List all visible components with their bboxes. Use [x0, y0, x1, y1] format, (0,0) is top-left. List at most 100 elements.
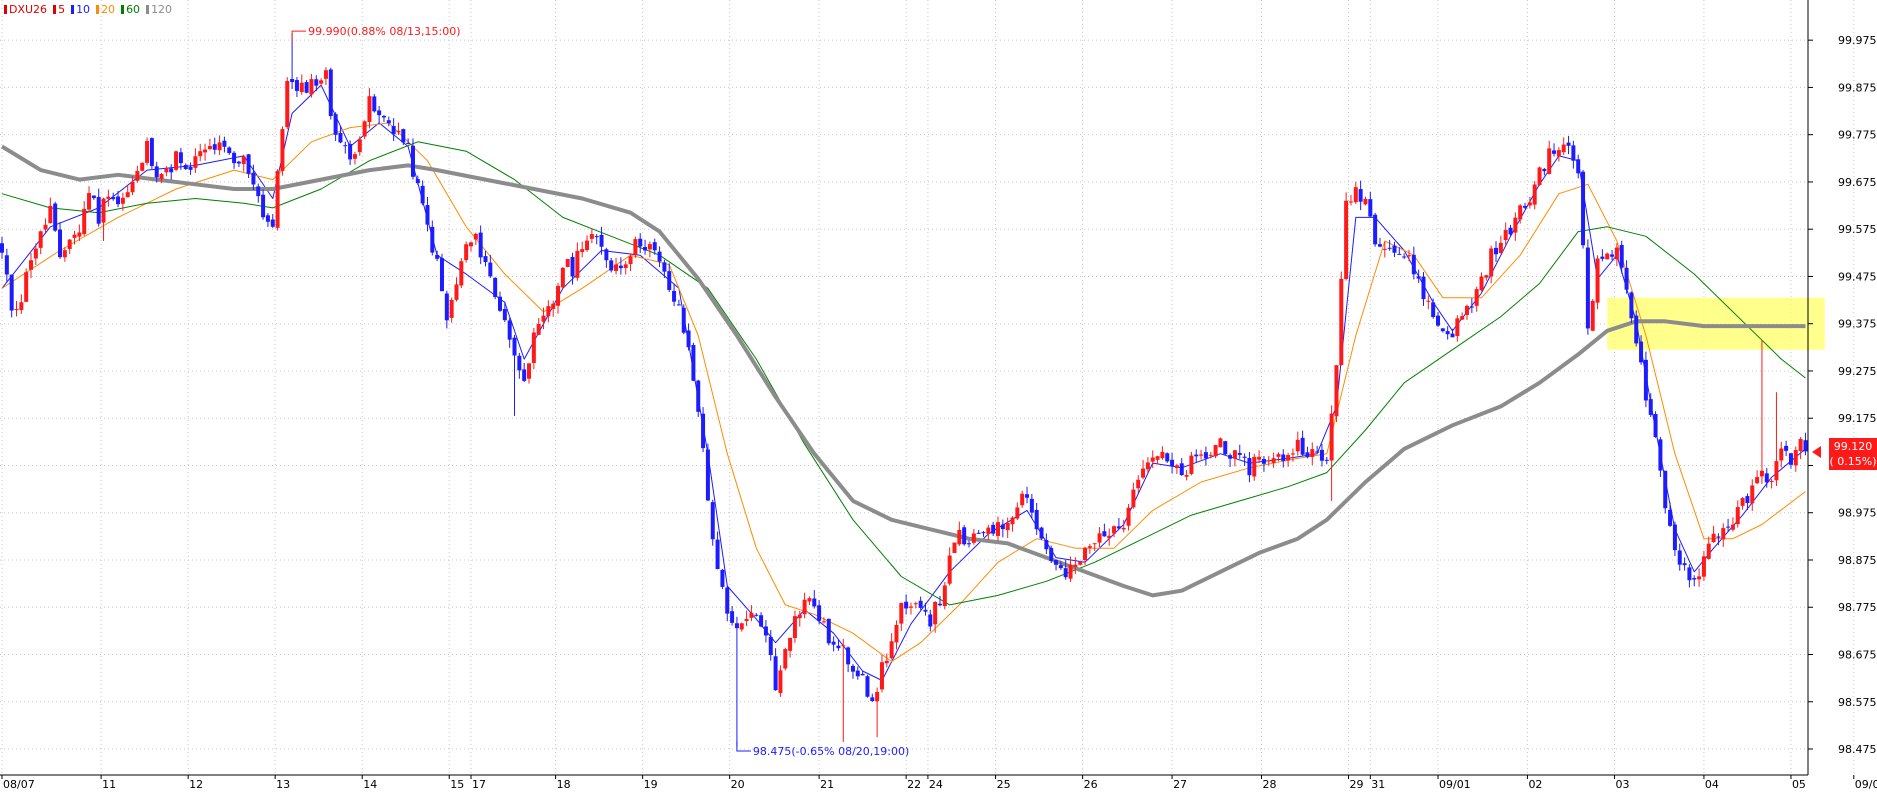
candle-body[interactable]	[797, 614, 802, 619]
candle-body[interactable]	[96, 196, 101, 224]
candle-body[interactable]	[850, 665, 855, 672]
candle-body[interactable]	[1218, 438, 1223, 448]
candle-body[interactable]	[1764, 473, 1769, 483]
candle-body[interactable]	[1518, 205, 1523, 220]
candle-body[interactable]	[715, 539, 720, 570]
candle-body[interactable]	[1624, 267, 1629, 290]
candle-body[interactable]	[1527, 202, 1532, 206]
candle-body[interactable]	[1363, 198, 1368, 205]
candle-body[interactable]	[333, 114, 338, 135]
chart-canvas[interactable]: 99.990(0.88% 08/13,15:00) 98.475(-0.65% 0…	[0, 0, 1877, 793]
candle-body[interactable]	[1484, 275, 1489, 278]
candle-body[interactable]	[1682, 563, 1687, 566]
candle-body[interactable]	[1730, 524, 1735, 530]
candle-body[interactable]	[1416, 276, 1421, 279]
candle-body[interactable]	[1049, 547, 1054, 561]
candle-body[interactable]	[82, 208, 87, 235]
candle-body[interactable]	[580, 249, 585, 253]
candle-body[interactable]	[1687, 567, 1692, 581]
candle-body[interactable]	[1373, 214, 1378, 245]
candle-body[interactable]	[1126, 507, 1131, 526]
candle-body[interactable]	[1145, 462, 1150, 470]
candle-body[interactable]	[1092, 543, 1097, 545]
candle-body[interactable]	[1194, 454, 1199, 457]
candle-body[interactable]	[1155, 456, 1160, 460]
candle-body[interactable]	[120, 197, 125, 204]
candle-body[interactable]	[652, 242, 657, 251]
candle-body[interactable]	[599, 234, 604, 247]
candle-body[interactable]	[672, 290, 677, 302]
candle-body[interactable]	[1595, 258, 1600, 303]
candle-body[interactable]	[942, 585, 947, 607]
candle-body[interactable]	[1257, 456, 1262, 460]
candle-body[interactable]	[0, 243, 4, 253]
candle-body[interactable]	[1281, 454, 1286, 461]
candle-body[interactable]	[488, 262, 493, 277]
candle-body[interactable]	[705, 449, 710, 501]
candle-body[interactable]	[1387, 247, 1392, 249]
candle-body[interactable]	[1184, 474, 1189, 477]
candle-body[interactable]	[91, 195, 96, 199]
candle-body[interactable]	[1677, 550, 1682, 565]
candle-body[interactable]	[406, 142, 411, 144]
candle-body[interactable]	[1015, 507, 1020, 519]
candle-body[interactable]	[169, 168, 174, 173]
candle-body[interactable]	[710, 502, 715, 540]
candle-body[interactable]	[1377, 244, 1382, 247]
candle-body[interactable]	[865, 676, 870, 697]
candle-body[interactable]	[1020, 493, 1025, 506]
candle-body[interactable]	[178, 152, 183, 164]
candle-body[interactable]	[792, 616, 797, 638]
candle-body[interactable]	[647, 244, 652, 250]
candle-body[interactable]	[754, 614, 759, 616]
candle-body[interactable]	[1228, 455, 1233, 459]
candle-body[interactable]	[212, 144, 217, 150]
candle-body[interactable]	[1639, 341, 1644, 363]
candle-body[interactable]	[763, 626, 768, 636]
candle-body[interactable]	[1460, 316, 1465, 320]
candle-body[interactable]	[1160, 451, 1165, 459]
candle-body[interactable]	[236, 161, 241, 164]
candle-body[interactable]	[565, 259, 570, 267]
candle-body[interactable]	[913, 603, 918, 605]
candle-body[interactable]	[483, 256, 488, 263]
candle-body[interactable]	[1334, 365, 1339, 417]
candle-body[interactable]	[1232, 450, 1237, 459]
candle-body[interactable]	[918, 600, 923, 608]
candle-body[interactable]	[87, 193, 92, 210]
candle-body[interactable]	[420, 185, 425, 204]
candle-body[interactable]	[1706, 543, 1711, 559]
candle-body[interactable]	[1203, 452, 1208, 459]
candle-body[interactable]	[1305, 452, 1310, 458]
candle-body[interactable]	[1406, 255, 1411, 257]
candle-body[interactable]	[1740, 498, 1745, 506]
candle-body[interactable]	[1063, 568, 1068, 578]
candle-body[interactable]	[962, 527, 967, 545]
candle-body[interactable]	[734, 623, 739, 629]
candle-body[interactable]	[1576, 159, 1581, 174]
candle-body[interactable]	[589, 234, 594, 239]
candle-body[interactable]	[536, 323, 541, 335]
candle-body[interactable]	[618, 265, 623, 269]
candle-body[interactable]	[996, 522, 1001, 536]
candle-body[interactable]	[449, 299, 454, 318]
candle-body[interactable]	[643, 247, 648, 251]
candle-body[interactable]	[1788, 453, 1793, 465]
candle-body[interactable]	[1348, 201, 1353, 203]
candle-body[interactable]	[1397, 253, 1402, 255]
candle-body[interactable]	[164, 168, 169, 173]
candle-body[interactable]	[879, 662, 884, 690]
candle-body[interactable]	[1324, 459, 1329, 461]
candle-body[interactable]	[159, 174, 164, 179]
candle-body[interactable]	[686, 330, 691, 348]
candle-body[interactable]	[1170, 459, 1175, 467]
candle-body[interactable]	[1445, 331, 1450, 335]
candle-body[interactable]	[348, 143, 353, 160]
candle-body[interactable]	[1083, 547, 1088, 561]
candle-body[interactable]	[831, 641, 836, 645]
candle-body[interactable]	[1784, 445, 1789, 451]
candle-body[interactable]	[391, 125, 396, 135]
candle-body[interactable]	[1150, 457, 1155, 462]
candle-body[interactable]	[638, 238, 643, 247]
candle-body[interactable]	[1759, 470, 1764, 477]
